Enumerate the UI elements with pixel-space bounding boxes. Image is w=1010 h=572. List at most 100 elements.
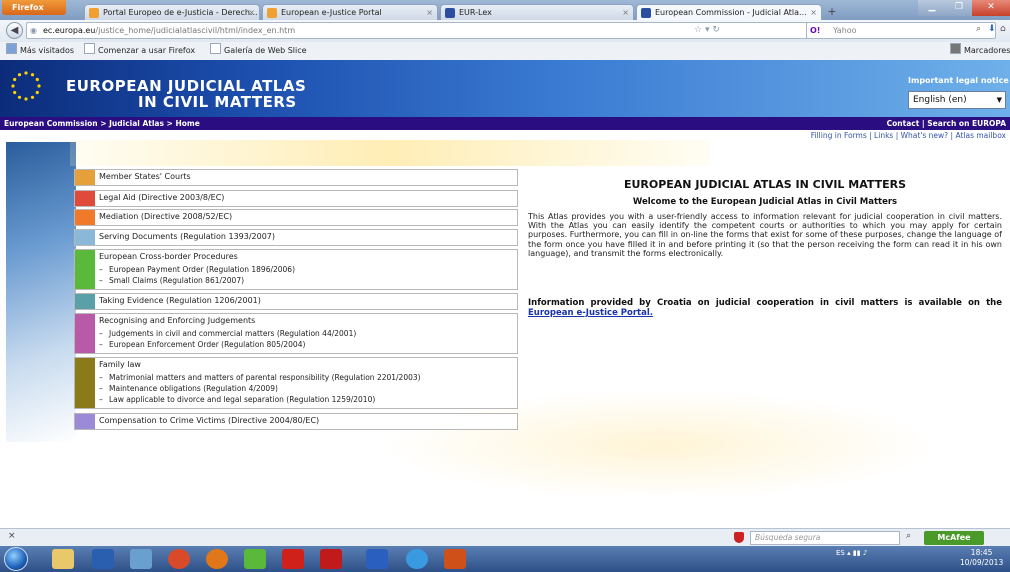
home-icon[interactable]: ⌂ — [1000, 24, 1006, 34]
title-bar: Firefox Portal Europeo de e-Justicia - D… — [0, 0, 1010, 20]
submenu-item-small-claims[interactable]: Small Claims (Regulation 861/2007) — [99, 276, 244, 285]
main-subtitle: Welcome to the European Judicial Atlas i… — [632, 197, 898, 207]
network-icon[interactable]: ▮▮ — [853, 549, 861, 557]
tab-european-e-justice[interactable]: European e-Justice Portal × — [262, 4, 438, 20]
menu-item-cross-border-procedures[interactable]: European Cross-border Procedures Europea… — [74, 249, 518, 290]
maximize-button[interactable]: ❐ — [946, 0, 972, 16]
menu-item-label: Member States' Courts — [99, 172, 191, 181]
bookmark-web-slice[interactable]: Galería de Web Slice — [210, 42, 307, 59]
site-title-line2: IN CIVIL MATTERS — [138, 93, 297, 111]
menu-color-bar — [75, 414, 95, 429]
tab-label: EUR-Lex — [459, 8, 492, 17]
tab-close-icon[interactable]: × — [810, 5, 817, 20]
main-title: EUROPEAN JUDICIAL ATLAS IN CIVIL MATTERS — [623, 178, 907, 191]
menu-item-member-states-courts[interactable]: Member States' Courts — [74, 169, 518, 186]
bookmarks-menu-button[interactable]: Marcadores — [950, 42, 1010, 59]
tab-eur-lex[interactable]: EUR-Lex × — [440, 4, 634, 20]
checkmark-app-icon[interactable] — [244, 549, 266, 569]
bookmark-icon — [84, 43, 95, 54]
paint-icon[interactable] — [130, 549, 152, 569]
language-indicator[interactable]: ES — [836, 549, 845, 557]
download-icon[interactable]: ⬇ — [988, 24, 996, 34]
bookmark-icon — [6, 43, 17, 54]
language-value: English (en) — [913, 95, 967, 105]
firefox-menu-button[interactable]: Firefox — [2, 0, 66, 15]
menu-item-serving-documents[interactable]: Serving Documents (Regulation 1393/2007) — [74, 229, 518, 246]
tab-label: European e-Justice Portal — [281, 8, 382, 17]
bookmarks-toolbar: Más visitados Comenzar a usar Firefox Ga… — [0, 42, 1010, 61]
start-button[interactable] — [4, 547, 28, 571]
volume-icon[interactable]: ♪ — [863, 549, 867, 557]
bookmark-most-visited[interactable]: Más visitados — [6, 42, 74, 59]
submenu-item-payment-order[interactable]: European Payment Order (Regulation 1896/… — [99, 265, 295, 274]
reload-icon[interactable]: ↻ — [712, 25, 720, 35]
bookmarks-menu-label: Marcadores — [964, 46, 1010, 55]
tab-close-icon[interactable]: × — [248, 5, 255, 20]
tab-favicon-icon — [641, 8, 651, 18]
bookmark-star-icon[interactable]: ☆ — [694, 25, 702, 35]
menu-color-bar — [75, 250, 95, 289]
submenu-item-divorce-law[interactable]: Law applicable to divorce and legal sepa… — [99, 395, 375, 404]
close-addon-bar-button[interactable]: × — [8, 531, 16, 541]
close-icon: ✕ — [987, 2, 995, 12]
menu-item-mediation[interactable]: Mediation (Directive 2008/52/EC) — [74, 209, 518, 226]
menu-item-label: Legal Aid (Directive 2003/8/EC) — [99, 193, 225, 202]
search-engine-name: Yahoo — [833, 26, 857, 35]
menu-item-family-law[interactable]: Family law Matrimonial matters and matte… — [74, 357, 518, 409]
word-icon[interactable] — [366, 549, 388, 569]
top-links[interactable]: Filling in Forms | Links | What's new? |… — [811, 131, 1006, 140]
search-icon[interactable]: ⌕ — [906, 531, 911, 541]
chevron-down-icon: ▼ — [996, 96, 1002, 104]
search-bar[interactable]: O! Yahoo — [806, 22, 996, 39]
minimize-button[interactable]: ▁ — [918, 0, 946, 16]
dropdown-icon[interactable]: ▾ — [705, 25, 710, 35]
submenu-item-maintenance[interactable]: Maintenance obligations (Regulation 4/20… — [99, 384, 278, 393]
tab-close-icon[interactable]: × — [426, 5, 433, 20]
submenu-item-matrimonial[interactable]: Matrimonial matters and matters of paren… — [99, 373, 421, 382]
tab-portal-europeo[interactable]: Portal Europeo de e-Justicia - Derech...… — [84, 4, 260, 20]
menu-item-crime-victims[interactable]: Compensation to Crime Victims (Directive… — [74, 413, 518, 430]
mcafee-button[interactable]: McAfee — [924, 531, 984, 545]
contact-search-links[interactable]: Contact | Search on EUROPA — [887, 117, 1006, 130]
submenu-item-enforcement-order[interactable]: European Enforcement Order (Regulation 8… — [99, 340, 305, 349]
bookmark-get-started[interactable]: Comenzar a usar Firefox — [84, 42, 195, 59]
explorer-icon[interactable] — [52, 549, 74, 569]
menu-color-bar — [75, 170, 95, 185]
breadcrumb[interactable]: European Commission > Judicial Atlas > H… — [4, 117, 200, 130]
legal-notice-link[interactable]: Important legal notice — [908, 76, 1009, 85]
menu-color-bar — [75, 210, 95, 225]
back-button[interactable]: ◀ — [6, 22, 23, 39]
croatia-info-text: Information provided by Croatia on judic… — [528, 298, 1002, 308]
menu-item-recognising-enforcing[interactable]: Recognising and Enforcing Judgements Jud… — [74, 313, 518, 354]
e-justice-portal-link[interactable]: European e-Justice Portal. — [528, 308, 653, 318]
search-icon[interactable]: ⌕ — [976, 24, 981, 34]
tab-favicon-icon — [445, 8, 455, 18]
menu-item-label: European Cross-border Procedures — [99, 252, 238, 261]
navigation-bar: ◀ ◉ ec.europa.eu/justice_home/judicialat… — [0, 20, 1010, 43]
ie-icon[interactable] — [406, 549, 428, 569]
tab-close-icon[interactable]: × — [622, 5, 629, 20]
bookmark-label: Más visitados — [20, 46, 75, 55]
new-tab-button[interactable]: + — [824, 5, 840, 19]
safe-search-input[interactable]: Búsqueda segura — [750, 531, 900, 545]
media-icon[interactable] — [92, 549, 114, 569]
submenu-item-judgements-civil[interactable]: Judgements in civil and commercial matte… — [99, 329, 356, 338]
bookmark-label: Galería de Web Slice — [224, 46, 307, 55]
site-identity-icon: ◉ — [30, 26, 37, 35]
firefox-icon[interactable] — [206, 549, 228, 569]
language-select[interactable]: English (en) ▼ — [908, 91, 1006, 109]
opera-icon[interactable] — [282, 549, 304, 569]
decorative-swoosh — [70, 140, 710, 166]
menu-color-bar — [75, 191, 95, 206]
tab-judicial-atlas[interactable]: European Commission - Judicial Atla... × — [636, 4, 822, 20]
menu-item-label: Compensation to Crime Victims (Directive… — [99, 416, 320, 425]
menu-item-taking-evidence[interactable]: Taking Evidence (Regulation 1206/2001) — [74, 293, 518, 310]
menu-item-legal-aid[interactable]: Legal Aid (Directive 2003/8/EC) — [74, 190, 518, 207]
close-window-button[interactable]: ✕ — [972, 0, 1010, 16]
pdf-icon[interactable] — [320, 549, 342, 569]
powerpoint-icon[interactable] — [444, 549, 466, 569]
intro-paragraph: This Atlas provides you with a user-frie… — [528, 212, 1002, 258]
tray-arrow-icon[interactable]: ▴ — [847, 549, 851, 557]
chrome-icon[interactable] — [168, 549, 190, 569]
clock[interactable]: 18:45 10/09/2013 — [960, 548, 1003, 568]
